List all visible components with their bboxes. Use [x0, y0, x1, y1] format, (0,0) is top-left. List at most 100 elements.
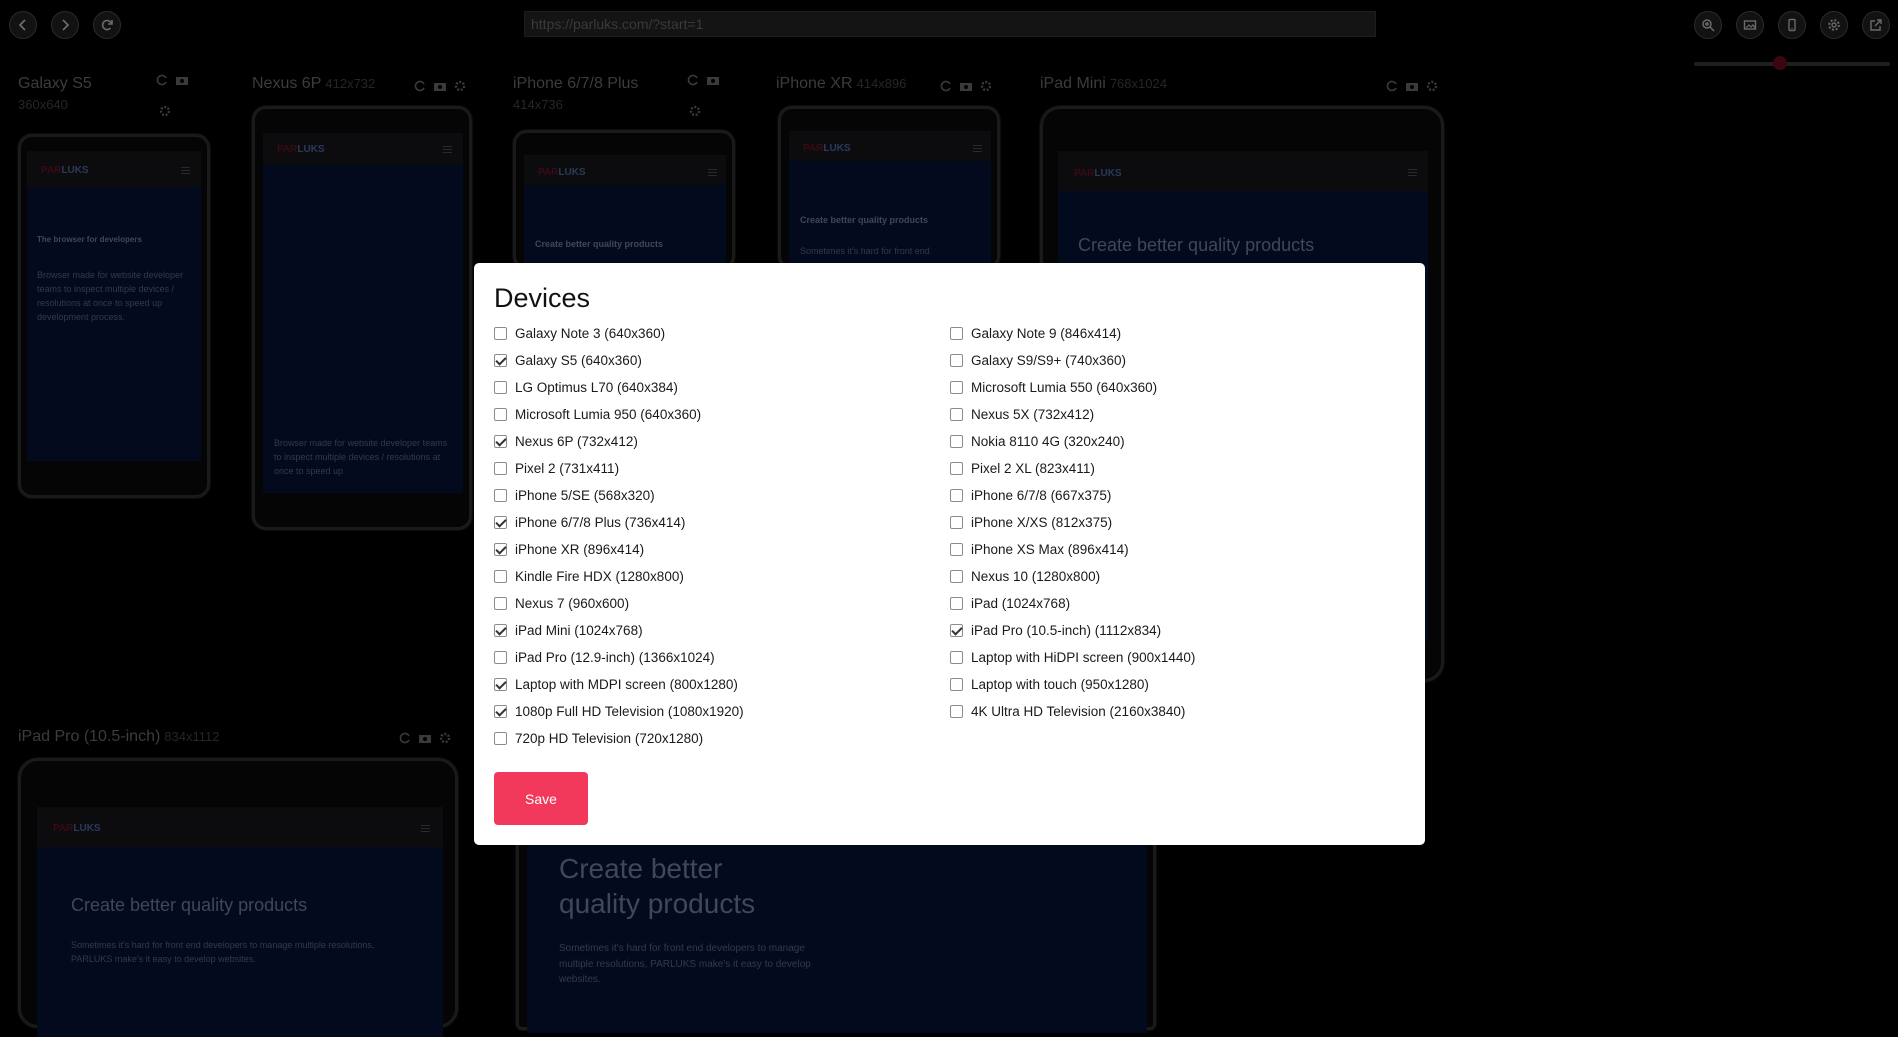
device-checkbox[interactable]	[950, 650, 963, 664]
device-checkbox[interactable]	[950, 461, 963, 475]
device-checkbox[interactable]	[494, 650, 507, 664]
device-option[interactable]: iPhone X/XS (812x375)	[950, 512, 1112, 532]
camera-icon[interactable]	[175, 73, 189, 87]
camera-icon[interactable]	[418, 731, 432, 745]
device-option[interactable]: Galaxy S5 (640x360)	[494, 350, 642, 370]
gears-icon[interactable]	[1425, 79, 1439, 93]
device-checkbox[interactable]	[494, 380, 507, 394]
device-checkbox[interactable]	[950, 326, 963, 340]
device-option[interactable]: Galaxy Note 3 (640x360)	[494, 323, 665, 343]
device-checkbox[interactable]	[494, 677, 507, 691]
refresh-icon[interactable]	[1385, 79, 1399, 93]
refresh-icon[interactable]	[686, 73, 700, 87]
device-option[interactable]: iPhone XR (896x414)	[494, 539, 644, 559]
camera-icon[interactable]	[1405, 79, 1419, 93]
device-option[interactable]: Nexus 7 (960x600)	[494, 593, 629, 613]
device-checkbox[interactable]	[950, 353, 963, 367]
reload-button[interactable]	[93, 11, 121, 39]
device-option-label: Galaxy S5 (640x360)	[515, 352, 642, 368]
device-size: 768x1024	[1109, 76, 1167, 91]
device-option[interactable]: 4K Ultra HD Television (2160x3840)	[950, 701, 1185, 721]
device-option[interactable]: iPad (1024x768)	[950, 593, 1070, 613]
device-option[interactable]: 1080p Full HD Television (1080x1920)	[494, 701, 744, 721]
device-option[interactable]: Microsoft Lumia 550 (640x360)	[950, 377, 1157, 397]
device-option[interactable]: Galaxy Note 9 (846x414)	[950, 323, 1121, 343]
camera-icon[interactable]	[706, 73, 720, 87]
device-option[interactable]: LG Optimus L70 (640x384)	[494, 377, 678, 397]
gears-icon[interactable]	[158, 104, 172, 118]
gears-icon[interactable]	[688, 104, 702, 118]
device-option[interactable]: Nexus 6P (732x412)	[494, 431, 638, 451]
device-checkbox[interactable]	[494, 353, 507, 367]
settings-button[interactable]	[1820, 11, 1848, 39]
device-checkbox[interactable]	[950, 596, 963, 610]
device-checkbox[interactable]	[494, 596, 507, 610]
device-checkbox[interactable]	[494, 569, 507, 583]
zoom-button[interactable]	[1694, 11, 1722, 39]
save-button[interactable]: Save	[494, 772, 588, 825]
device-option[interactable]: iPhone 6/7/8 (667x375)	[950, 485, 1111, 505]
device-option[interactable]: iPhone 5/SE (568x320)	[494, 485, 655, 505]
gears-icon[interactable]	[438, 731, 452, 745]
device-checkbox[interactable]	[950, 569, 963, 583]
device-option-label: Nexus 6P (732x412)	[515, 433, 638, 449]
back-button[interactable]	[9, 11, 37, 39]
device-checkbox[interactable]	[494, 326, 507, 340]
device-checkbox[interactable]	[950, 542, 963, 556]
device-checkbox[interactable]	[950, 515, 963, 529]
device-option[interactable]: iPad Pro (10.5-inch) (1112x834)	[950, 620, 1161, 640]
device-checkbox[interactable]	[494, 407, 507, 421]
device-option[interactable]: iPad Mini (1024x768)	[494, 620, 643, 640]
device-checkbox[interactable]	[950, 623, 963, 637]
device-option[interactable]: iPad Pro (12.9-inch) (1366x1024)	[494, 647, 715, 667]
device-option[interactable]: Nexus 5X (732x412)	[950, 404, 1094, 424]
device-checkbox[interactable]	[494, 461, 507, 475]
device-option[interactable]: iPhone 6/7/8 Plus (736x414)	[494, 512, 685, 532]
device-checkbox[interactable]	[494, 488, 507, 502]
open-external-button[interactable]	[1862, 11, 1890, 39]
device-option[interactable]: Galaxy S9/S9+ (740x360)	[950, 350, 1126, 370]
device-option[interactable]: Pixel 2 XL (823x411)	[950, 458, 1095, 478]
device-checkbox[interactable]	[950, 488, 963, 502]
device-checkbox[interactable]	[950, 407, 963, 421]
screenshots-button[interactable]	[1736, 11, 1764, 39]
device-checkbox[interactable]	[494, 623, 507, 637]
device-option[interactable]: Laptop with HiDPI screen (900x1440)	[950, 647, 1195, 667]
device-name-text: iPad Mini	[1040, 75, 1106, 92]
zoom-in-icon	[1702, 19, 1715, 32]
device-checkbox[interactable]	[494, 542, 507, 556]
device-option[interactable]: Pixel 2 (731x411)	[494, 458, 619, 478]
refresh-icon[interactable]	[413, 79, 427, 93]
device-checkbox[interactable]	[494, 515, 507, 529]
devices-button[interactable]	[1778, 11, 1806, 39]
gears-icon[interactable]	[453, 79, 467, 93]
device-option[interactable]: Nokia 8110 4G (320x240)	[950, 431, 1125, 451]
url-input[interactable]: https://parluks.com/?start=1	[524, 11, 1376, 37]
device-checkbox[interactable]	[950, 704, 963, 718]
device-option-label: iPad Mini (1024x768)	[515, 622, 643, 638]
refresh-icon[interactable]	[155, 73, 169, 87]
camera-icon[interactable]	[433, 79, 447, 93]
device-checkbox[interactable]	[494, 704, 507, 718]
gears-icon[interactable]	[979, 79, 993, 93]
device-option[interactable]: iPhone XS Max (896x414)	[950, 539, 1129, 559]
zoom-slider-thumb[interactable]	[1773, 56, 1787, 70]
device-option[interactable]: Microsoft Lumia 950 (640x360)	[494, 404, 701, 424]
refresh-icon[interactable]	[939, 79, 953, 93]
camera-icon[interactable]	[959, 79, 973, 93]
device-option[interactable]: Kindle Fire HDX (1280x800)	[494, 566, 684, 586]
device-option[interactable]: Nexus 10 (1280x800)	[950, 566, 1100, 586]
device-checkbox[interactable]	[950, 677, 963, 691]
device-checkbox[interactable]	[494, 434, 507, 448]
zoom-slider[interactable]	[1694, 62, 1890, 66]
device-checkbox[interactable]	[950, 380, 963, 394]
device-checkbox[interactable]	[494, 731, 507, 745]
device-option[interactable]: 720p HD Television (720x1280)	[494, 728, 703, 748]
device-option[interactable]: Laptop with touch (950x1280)	[950, 674, 1149, 694]
device-option-label: Laptop with touch (950x1280)	[971, 676, 1149, 692]
refresh-icon[interactable]	[398, 731, 412, 745]
device-checkbox[interactable]	[950, 434, 963, 448]
device-option-label: Nexus 5X (732x412)	[971, 406, 1095, 422]
forward-button[interactable]	[51, 11, 79, 39]
device-option[interactable]: Laptop with MDPI screen (800x1280)	[494, 674, 738, 694]
